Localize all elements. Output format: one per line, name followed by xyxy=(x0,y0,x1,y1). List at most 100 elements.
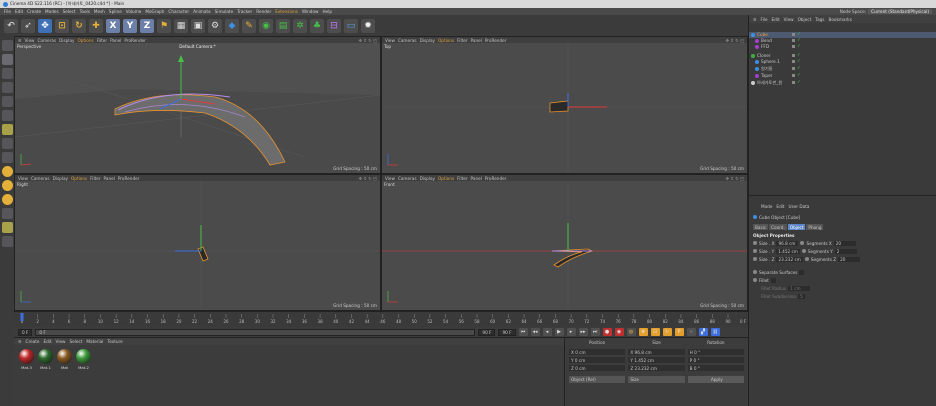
layer-icon[interactable] xyxy=(792,74,795,78)
fillet-checkbox[interactable] xyxy=(770,277,776,283)
enabled-check-icon[interactable]: ✓ xyxy=(797,44,801,49)
obj-menu-file[interactable]: File xyxy=(761,17,768,22)
snap-icon[interactable] xyxy=(1,166,13,177)
scale-icon[interactable]: ⊡ xyxy=(55,18,69,33)
enabled-check-icon[interactable]: ✓ xyxy=(797,73,801,78)
position-x-field[interactable]: X 0 cm xyxy=(569,349,626,355)
cube-icon[interactable]: ◆ xyxy=(225,18,239,33)
enabled-check-icon[interactable]: ✓ xyxy=(797,53,801,58)
size-mode-dropdown[interactable]: Size xyxy=(628,376,685,383)
layer-icon[interactable] xyxy=(792,81,795,85)
max-frame-field-2[interactable]: 90 F xyxy=(498,328,516,336)
viewport-top[interactable]: View Cameras Display Options Filter Pane… xyxy=(381,36,748,174)
attr-menu-mode[interactable]: Mode xyxy=(761,204,772,209)
size-z-field[interactable]: 23.232 cm xyxy=(776,256,803,262)
menu-modes[interactable]: Modes xyxy=(45,9,59,14)
scale-key-icon[interactable]: ⊡ xyxy=(650,328,660,336)
separate-surfaces-checkbox[interactable] xyxy=(799,269,805,275)
position-y-field[interactable]: Y 0 cm xyxy=(569,357,626,363)
menu-character[interactable]: Character xyxy=(168,9,189,14)
animate-dot[interactable] xyxy=(753,241,757,245)
autokey-icon[interactable]: ◉ xyxy=(614,328,624,336)
size-y-field[interactable]: Y 1.452 cm xyxy=(628,357,685,363)
polygons-mode-icon[interactable] xyxy=(1,124,13,135)
animate-dot[interactable] xyxy=(801,249,806,253)
enabled-check-icon[interactable]: ✓ xyxy=(797,32,801,37)
animate-dot[interactable] xyxy=(753,278,757,282)
menu-file[interactable]: File xyxy=(4,9,11,14)
material-swatch[interactable]: Mat.1 xyxy=(37,349,54,370)
menu-mograph[interactable]: MoGraph xyxy=(145,9,164,14)
node-space-selector[interactable]: Node Space: Current (Standard/Physical) xyxy=(840,8,932,15)
mat-menu-material[interactable]: Material xyxy=(86,339,103,344)
max-frame-field[interactable]: 90 F xyxy=(478,328,496,336)
axis-mode-icon[interactable] xyxy=(1,138,13,149)
object-visibility-flags[interactable]: ✓ xyxy=(792,80,801,85)
next-key-icon[interactable]: ▸▸ xyxy=(578,328,588,336)
coordinate-system-icon[interactable]: ⚑ xyxy=(157,18,171,33)
obj-menu-edit[interactable]: Edit xyxy=(772,17,780,22)
coord-mode-dropdown[interactable]: Object (Rel) xyxy=(569,376,626,383)
grid-icon[interactable] xyxy=(1,208,13,219)
menu-spline[interactable]: Spline xyxy=(109,9,122,14)
mat-menu-select[interactable]: Select xyxy=(69,339,82,344)
python-icon[interactable] xyxy=(1,236,13,247)
object-visibility-flags[interactable]: ✓ xyxy=(792,38,801,43)
render-settings-icon[interactable]: ⚙ xyxy=(208,18,222,33)
layer-icon[interactable] xyxy=(792,60,795,64)
object-visibility-flags[interactable]: ✓ xyxy=(792,73,801,78)
pen-icon[interactable]: ✎ xyxy=(242,18,256,33)
layer-icon[interactable] xyxy=(792,39,795,43)
mograph-icon[interactable]: ✲ xyxy=(293,18,307,33)
workplane-icon[interactable] xyxy=(1,82,13,93)
segments-z-field[interactable]: 20 xyxy=(838,256,861,262)
object-visibility-flags[interactable]: ✓ xyxy=(792,32,801,37)
material-swatch[interactable]: Mat xyxy=(56,349,73,370)
play-icon[interactable]: ▶ xyxy=(554,328,564,336)
menu-extensions[interactable]: Extensions xyxy=(275,9,298,14)
enabled-check-icon[interactable]: ✓ xyxy=(797,66,801,71)
material-swatch[interactable]: Mat.2 xyxy=(75,349,92,370)
animate-dot[interactable] xyxy=(800,241,805,245)
mat-menu-view[interactable]: View xyxy=(56,339,66,344)
size-z-field[interactable]: Z 23.232 cm xyxy=(628,365,685,371)
x-axis-icon[interactable]: X xyxy=(106,18,120,33)
object-row[interactable]: FFD ✓ xyxy=(749,44,936,50)
previous-frame-icon[interactable]: ◂ xyxy=(542,328,552,336)
mat-menu-edit[interactable]: Edit xyxy=(43,339,51,344)
layer-icon[interactable] xyxy=(792,67,795,71)
menu-animate[interactable]: Animate xyxy=(193,9,211,14)
material-panel-icon[interactable]: ≡ xyxy=(18,339,22,344)
object-visibility-flags[interactable]: ✓ xyxy=(792,53,801,58)
workplane-lock-icon[interactable] xyxy=(1,194,13,205)
node-space-dropdown[interactable]: Current (Standard/Physical) xyxy=(868,9,932,14)
next-frame-icon[interactable]: ▸ xyxy=(566,328,576,336)
go-to-start-icon[interactable]: ⏮ xyxy=(518,328,528,336)
layer-icon[interactable] xyxy=(792,45,795,49)
soft-selection-icon[interactable] xyxy=(1,180,13,191)
current-frame-field[interactable]: 0 F xyxy=(18,328,33,336)
obj-menu-view[interactable]: View xyxy=(784,17,794,22)
select-icon[interactable]: ➶ xyxy=(21,18,35,33)
edges-mode-icon[interactable] xyxy=(1,110,13,121)
timeline-ruler[interactable]: 0 2 4 6 8 10 12 14 16 18 20 22 24 26 28 30 32 34 36 38 40 42 4… xyxy=(14,311,748,327)
animate-dot[interactable] xyxy=(753,270,757,274)
animate-dot[interactable] xyxy=(753,249,757,253)
scheme-icon[interactable]: ▥ xyxy=(710,328,720,336)
parameter-key-icon[interactable]: P xyxy=(674,328,684,336)
record-icon[interactable]: ● xyxy=(602,328,612,336)
size-x-field[interactable]: 96.8 cm xyxy=(776,240,799,246)
rotation-p-field[interactable]: P 0 ° xyxy=(687,357,744,363)
min-frame-field[interactable]: 0 F xyxy=(35,328,476,336)
attr-menu-userdata[interactable]: User Data xyxy=(789,204,810,209)
size-y-field[interactable]: 1.452 cm xyxy=(776,248,800,254)
light-icon[interactable]: ✹ xyxy=(361,18,375,33)
tab-phong[interactable]: Phong xyxy=(806,224,824,230)
undo-icon[interactable]: ↶ xyxy=(4,18,18,33)
tab-object[interactable]: Object xyxy=(787,224,806,230)
obj-menu-bookmarks[interactable]: Bookmarks xyxy=(829,17,852,22)
menu-help[interactable]: Help xyxy=(322,9,332,14)
floor-icon[interactable] xyxy=(1,222,13,233)
object-visibility-flags[interactable]: ✓ xyxy=(792,59,801,64)
fillet-subdivision-field[interactable]: 5 xyxy=(798,293,805,299)
